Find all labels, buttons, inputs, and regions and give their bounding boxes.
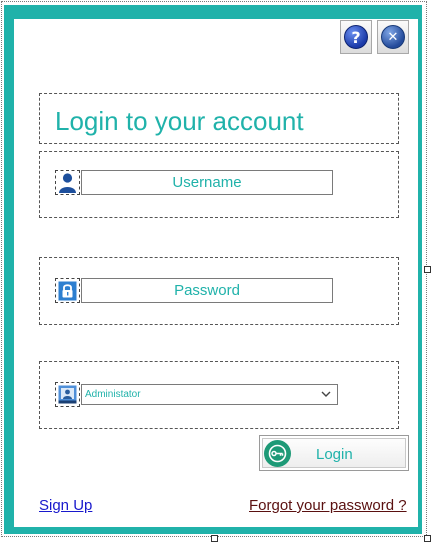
resize-handle-bottom-right[interactable] (424, 535, 431, 542)
page-title: Login to your account (55, 106, 304, 136)
resize-handle-right[interactable] (424, 266, 431, 273)
help-button[interactable]: ? (340, 20, 372, 54)
close-button[interactable]: ✕ (377, 20, 409, 54)
close-icon: ✕ (381, 25, 405, 49)
login-button-label: Login (316, 446, 353, 463)
key-icon (264, 440, 291, 467)
forgot-password-link[interactable]: Forgot your password ? (249, 497, 407, 514)
role-select-value: Administator (85, 389, 141, 400)
chevron-down-icon (321, 391, 331, 397)
sign-up-link[interactable]: Sign Up (39, 497, 92, 514)
role-select[interactable]: Administator (81, 384, 338, 405)
login-button[interactable]: Login (259, 435, 409, 471)
password-field[interactable]: Password (81, 278, 333, 303)
id-card-icon (55, 382, 80, 407)
resize-handle-bottom[interactable] (211, 535, 218, 542)
user-icon (55, 170, 80, 195)
username-field[interactable]: Username (81, 170, 333, 195)
lock-icon (55, 278, 80, 303)
help-icon: ? (344, 25, 368, 49)
